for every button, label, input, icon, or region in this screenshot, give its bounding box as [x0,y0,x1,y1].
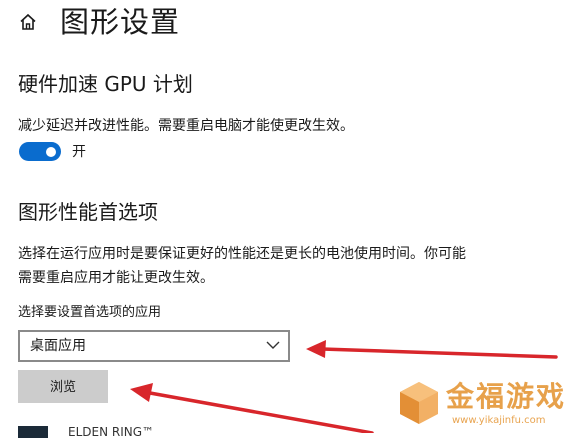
toggle-knob [46,146,56,157]
arrow-to-select [306,340,558,359]
gpu-scheduling-toggle-label: 开 [72,144,86,160]
gpu-scheduling-title: 硬件加速 GPU 计划 [18,72,193,96]
app-type-select[interactable]: 桌面应用 [18,330,290,362]
app-type-select-label: 选择要设置首选项的应用 [18,305,162,320]
app-type-select-value: 桌面应用 [30,338,86,354]
page-title: 图形设置 [60,5,181,39]
graphics-preference-description: 选择在运行应用时是要保证更好的性能还是更长的电池使用时间。你可能需要重启应用才能… [18,246,466,286]
browse-button[interactable]: 浏览 [18,370,108,403]
watermark-url: www.yikajinfu.com [452,415,546,426]
app-name: ELDEN RING™ [68,425,155,439]
graphics-preference-title: 图形性能首选项 [18,200,158,224]
app-list-item[interactable]: ELDEN RING™ [18,422,318,442]
watermark-title: 金福游戏 [446,380,567,413]
watermark-logo-icon [400,382,438,424]
watermark: 金福游戏 www.yikajinfu.com [392,378,582,433]
gpu-scheduling-toggle[interactable] [19,142,61,161]
app-icon [18,426,48,438]
gpu-scheduling-description: 减少延迟并改进性能。需要重启电脑才能使更改生效。 [18,118,354,134]
home-icon[interactable] [18,12,38,32]
chevron-down-icon [266,341,280,349]
